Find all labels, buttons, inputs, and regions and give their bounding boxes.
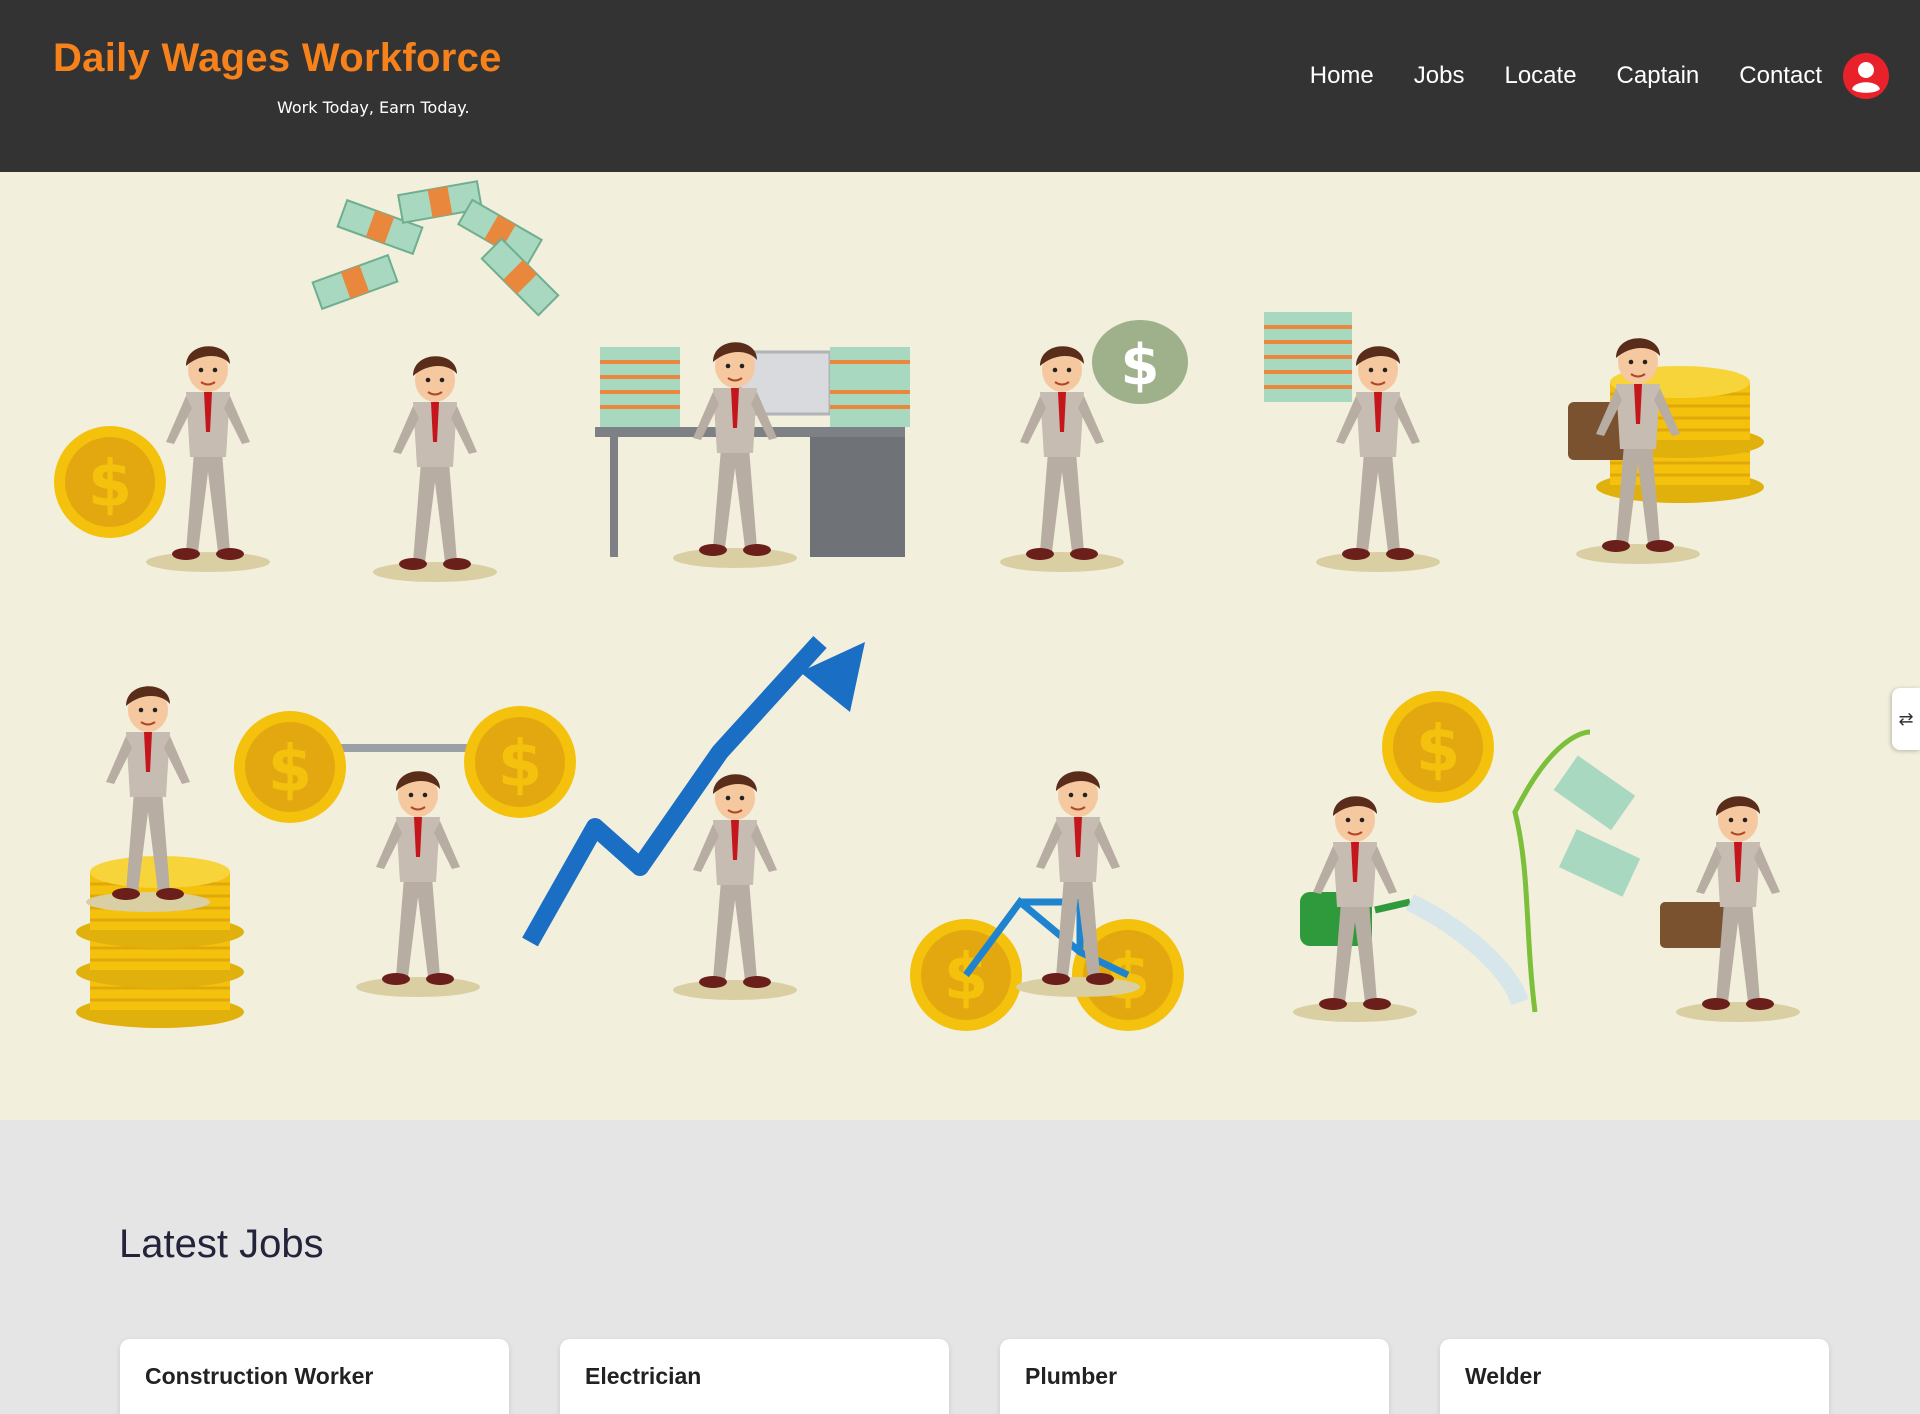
nav-contact[interactable]: Contact — [1739, 62, 1822, 90]
job-card[interactable]: Electrician — [560, 1339, 949, 1414]
nav-locate[interactable]: Locate — [1504, 62, 1576, 90]
main-nav: Home Jobs Locate Captain Contact — [1270, 52, 1890, 100]
latest-jobs-section: Latest Jobs Construction Worker Electric… — [0, 1120, 1920, 1414]
hero-banner: $ $ — [0, 172, 1920, 1120]
latest-jobs-heading: Latest Jobs — [119, 1222, 324, 1266]
job-title: Construction Worker — [145, 1363, 374, 1389]
illustration-coin-man — [54, 345, 271, 573]
side-toggle-tab-upper[interactable]: ⇄ — [1892, 688, 1920, 750]
illustration-watering-man — [1292, 691, 1641, 1023]
job-title: Electrician — [585, 1363, 702, 1389]
nav-captain[interactable]: Captain — [1617, 62, 1700, 90]
illustration-briefcase-man — [1568, 337, 1766, 565]
businessman-money-illustration: $ $ — [54, 180, 1801, 1031]
illustration-bicycle-man — [910, 770, 1184, 1031]
svg-text:$: $ — [1121, 333, 1160, 398]
brand[interactable]: Daily Wages Workforce Work Today, Earn T… — [53, 36, 502, 117]
illustration-desk-man — [595, 341, 910, 569]
brand-tagline: Work Today, Earn Today. — [277, 98, 470, 117]
illustration-moneybag-man: $ — [999, 320, 1188, 573]
brand-title[interactable]: Daily Wages Workforce — [53, 36, 502, 81]
job-title: Welder — [1465, 1363, 1542, 1389]
illustration-lifting-man — [234, 706, 576, 998]
job-card[interactable]: Construction Worker — [120, 1339, 509, 1414]
illustration-pointing-man — [1660, 795, 1801, 1023]
job-card[interactable]: Plumber — [1000, 1339, 1389, 1414]
expand-icon: ⇄ — [1898, 708, 1914, 729]
illustration-juggling-man — [311, 180, 560, 583]
user-avatar-icon[interactable] — [1842, 52, 1890, 100]
site-header: Daily Wages Workforce Work Today, Earn T… — [0, 0, 1920, 172]
nav-home[interactable]: Home — [1310, 62, 1374, 90]
job-title: Plumber — [1025, 1363, 1118, 1389]
job-card[interactable]: Welder — [1440, 1339, 1829, 1414]
nav-jobs[interactable]: Jobs — [1414, 62, 1465, 90]
illustration-stack-wave-man — [74, 685, 246, 1030]
illustration-cashstack-man — [1264, 312, 1441, 573]
illustration-growth-arrow-man — [522, 635, 865, 1001]
job-card-list: Construction Worker Electrician Plumber … — [120, 1339, 1880, 1414]
